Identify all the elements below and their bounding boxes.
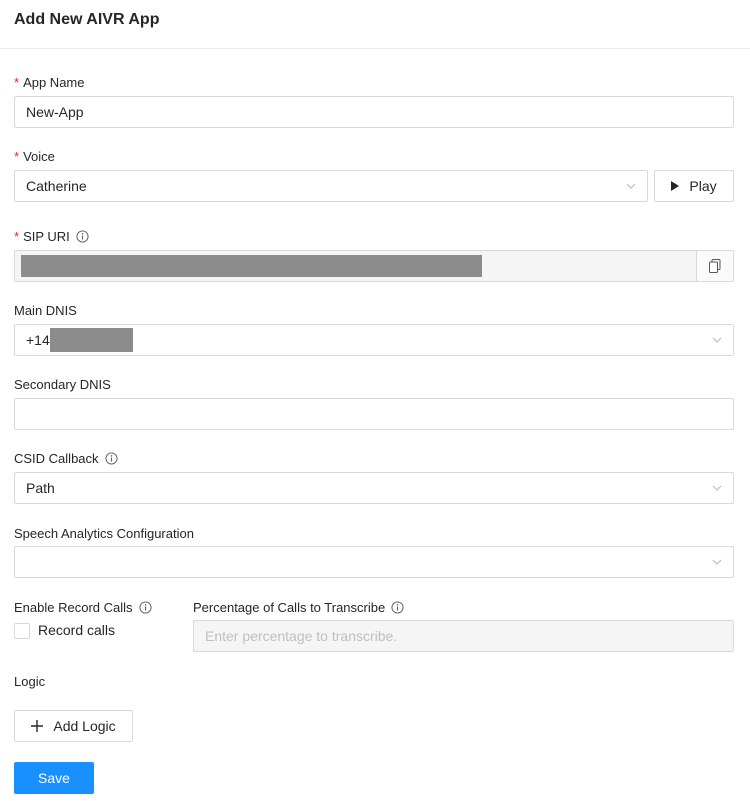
required-mark: * (14, 228, 20, 244)
chevron-down-icon (626, 183, 636, 189)
info-icon[interactable] (104, 451, 118, 465)
main-dnis-label: Main DNIS (14, 302, 77, 318)
play-button[interactable]: Play (654, 170, 734, 202)
play-icon (671, 181, 680, 191)
main-dnis-select[interactable]: +14 (14, 324, 734, 356)
info-icon[interactable] (391, 600, 404, 614)
speech-analytics-select[interactable] (14, 546, 734, 578)
chevron-down-icon (712, 485, 722, 491)
required-mark: * (14, 148, 20, 164)
modal-header: Add New AIVR App (0, 0, 750, 49)
record-calls-checkbox[interactable] (14, 623, 30, 639)
redacted-value (21, 255, 482, 277)
secondary-dnis-label: Secondary DNIS (14, 376, 111, 392)
info-icon[interactable] (138, 600, 152, 614)
required-mark: * (14, 74, 20, 90)
app-name-input[interactable]: New-App (14, 96, 734, 128)
speech-analytics-label: Speech Analytics Configuration (14, 525, 194, 541)
sip-uri-label: * SIP URI (14, 227, 89, 245)
chevron-down-icon (712, 559, 722, 565)
record-calls-label: Enable Record Calls (14, 598, 152, 616)
secondary-dnis-input[interactable] (14, 398, 734, 430)
sip-uri-input[interactable] (14, 250, 698, 282)
csid-callback-select[interactable]: Path (14, 472, 734, 504)
voice-label: * Voice (14, 148, 55, 164)
csid-callback-label: CSID Callback (14, 449, 118, 467)
transcribe-label: Percentage of Calls to Transcribe (193, 598, 404, 616)
chevron-down-icon (712, 337, 722, 343)
save-button[interactable]: Save (14, 762, 94, 794)
logic-label: Logic (14, 673, 46, 689)
copy-icon (709, 259, 721, 273)
info-icon[interactable] (76, 229, 89, 243)
copy-button[interactable] (696, 250, 734, 282)
transcribe-percentage-input[interactable]: Enter percentage to transcribe. (193, 620, 734, 652)
record-calls-checkbox-label[interactable]: Record calls (38, 622, 115, 638)
add-logic-button[interactable]: Add Logic (14, 710, 133, 742)
voice-select[interactable]: Catherine (14, 170, 648, 202)
redacted-value (49, 328, 133, 352)
plus-icon (31, 720, 44, 732)
page-title: Add New AIVR App (14, 11, 160, 28)
app-name-label: * App Name (14, 74, 85, 90)
